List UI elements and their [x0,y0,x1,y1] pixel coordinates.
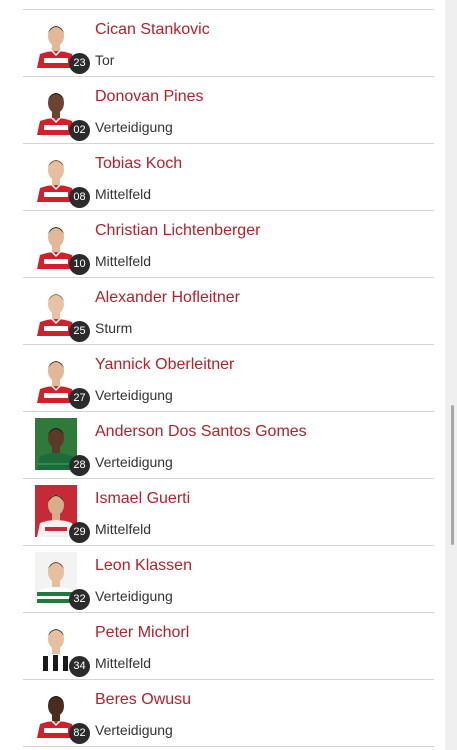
shirt-number-badge: 02 [69,120,90,141]
player-name-link[interactable]: Anderson Dos Santos Gomes [95,423,307,441]
player-position: Verteidigung [95,387,173,403]
player-position: Sturm [95,320,133,336]
player-position: Tor [95,52,115,68]
player-row[interactable]: 29 Ismael Guerti Mittelfeld [23,479,434,546]
player-name-link[interactable]: Christian Lichtenberger [95,222,260,240]
player-position: Verteidigung [95,588,173,604]
shirt-number-badge: 34 [69,656,90,677]
player-row[interactable]: 34 Peter Michorl Mittelfeld [23,613,434,680]
player-position: Verteidigung [95,454,173,470]
player-row[interactable]: 27 Yannick Oberleitner Verteidigung [23,345,434,412]
player-row[interactable]: 32 Leon Klassen Verteidigung [23,546,434,613]
player-name-link[interactable]: Alexander Hofleitner [95,289,240,307]
player-name-link[interactable]: Peter Michorl [95,624,189,642]
player-name-link[interactable]: Beres Owusu [95,691,191,709]
player-name-link[interactable]: Cican Stankovic [95,21,210,39]
player-row[interactable]: 10 Christian Lichtenberger Mittelfeld [23,211,434,278]
player-row[interactable]: 82 Beres Owusu Verteidigung [23,680,434,747]
player-position: Verteidigung [95,722,173,738]
shirt-number-badge: 08 [69,187,90,208]
shirt-number-badge: 28 [69,455,90,476]
player-list: 23 Cican Stankovic Tor 02 Donovan Pines Verte… [23,10,434,747]
player-position: Verteidigung [95,119,173,135]
scrollbar-thumb[interactable] [451,405,454,545]
player-row[interactable]: 28 Anderson Dos Santos Gomes Verteidigung [23,412,434,479]
shirt-number-badge: 32 [69,589,90,610]
shirt-number-badge: 10 [69,254,90,275]
shirt-number-badge: 82 [69,723,90,744]
player-position: Mittelfeld [95,253,152,269]
player-name-link[interactable]: Yannick Oberleitner [95,356,234,374]
player-name-link[interactable]: Leon Klassen [95,557,192,575]
player-row[interactable]: 25 Alexander Hofleitner Sturm [23,278,434,345]
player-row[interactable]: 23 Cican Stankovic Tor [23,10,434,77]
shirt-number-badge: 27 [69,388,90,409]
player-position: Mittelfeld [95,186,152,202]
shirt-number-badge: 23 [69,53,90,74]
player-row[interactable]: 02 Donovan Pines Verteidigung [23,77,434,144]
player-position: Mittelfeld [95,655,152,671]
player-name-link[interactable]: Donovan Pines [95,88,204,106]
shirt-number-badge: 29 [69,522,90,543]
player-name-link[interactable]: Tobias Koch [95,155,182,173]
shirt-number-badge: 25 [69,321,90,342]
squad-panel: 23 Cican Stankovic Tor 02 Donovan Pines Verte… [0,0,445,750]
player-position: Mittelfeld [95,521,152,537]
player-name-link[interactable]: Ismael Guerti [95,490,190,508]
player-row[interactable]: 08 Tobias Koch Mittelfeld [23,144,434,211]
